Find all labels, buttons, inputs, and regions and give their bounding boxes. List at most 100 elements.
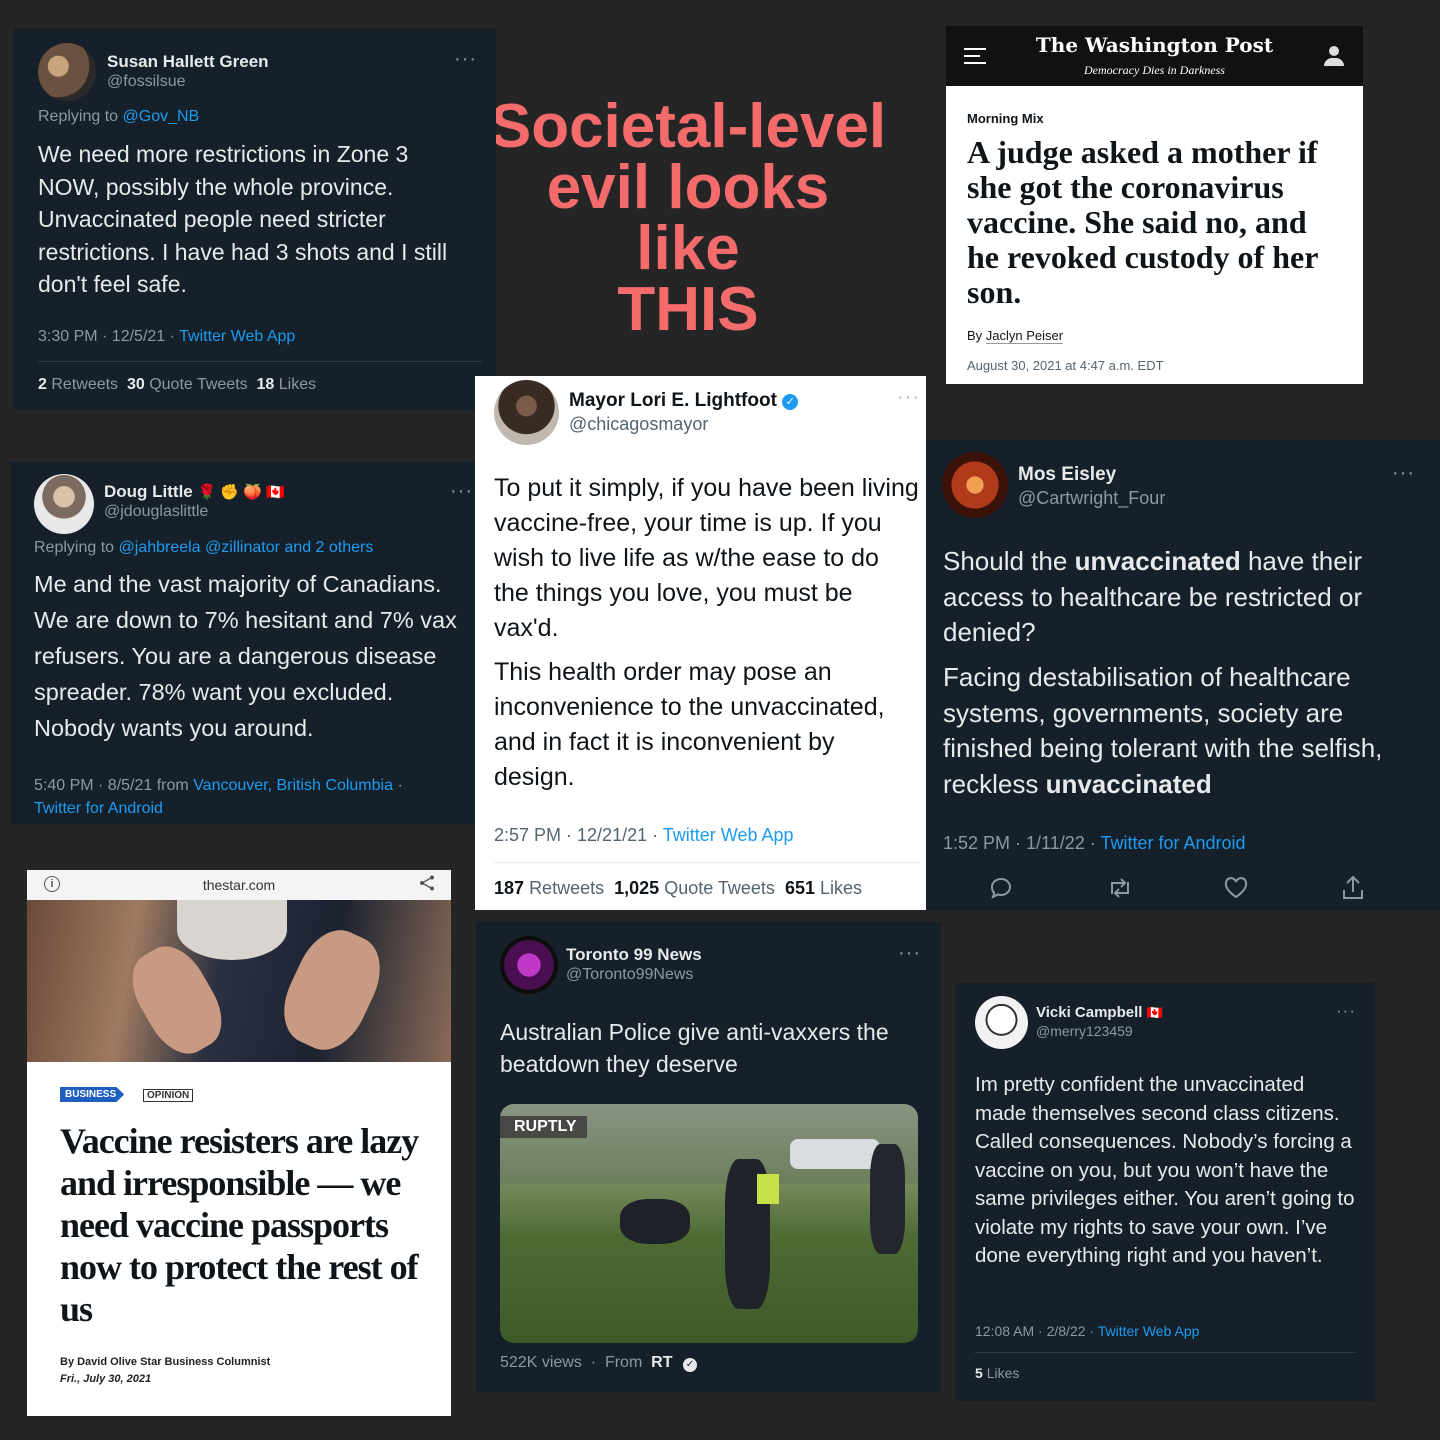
- share-icon[interactable]: [418, 874, 436, 892]
- timestamp[interactable]: 2:57 PM · 12/21/21 ·: [494, 825, 658, 845]
- retweet-icon[interactable]: [1106, 875, 1134, 901]
- avatar[interactable]: [34, 474, 94, 534]
- emphasis-unvaccinated: unvaccinated: [1074, 546, 1241, 576]
- avatar[interactable]: [975, 996, 1028, 1049]
- tweet-card-doug: Doug Little 🌹 ✊ 🍑 🇨🇦 @jdouglaslittle ···…: [10, 462, 475, 824]
- reply-icon[interactable]: [988, 875, 1014, 901]
- avatar[interactable]: [38, 43, 96, 101]
- divider: [975, 1352, 1355, 1353]
- like-count[interactable]: 651: [785, 878, 815, 898]
- author-row: Vicki Campbell 🇨🇦: [1036, 1004, 1163, 1021]
- like-label[interactable]: Likes: [820, 878, 862, 898]
- tweet-text: Me and the vast majority of Canadians. W…: [34, 571, 457, 741]
- tweet-text-para-2: This health order may pose an inconvenie…: [494, 658, 885, 791]
- author-name[interactable]: Vicki Campbell: [1036, 1004, 1142, 1021]
- section-label[interactable]: Morning Mix: [967, 111, 1044, 126]
- source-link[interactable]: Twitter for Android: [34, 800, 163, 817]
- wapo-tagline: Democracy Dies in Darkness: [1084, 63, 1225, 77]
- source-account-link[interactable]: RT: [651, 1354, 672, 1371]
- wapo-article-card: The Washington Post Democracy Dies in Da…: [946, 26, 1363, 384]
- tag-opinion[interactable]: OPINION: [143, 1089, 194, 1102]
- byline-prefix: By: [967, 328, 983, 343]
- quote-label[interactable]: Quote Tweets: [664, 878, 775, 898]
- byline: By David Olive Star Business Columnist: [60, 1356, 271, 1368]
- tweet-meta: 5:40 PM · 8/5/21 from Vancouver, British…: [34, 774, 464, 820]
- author-handle[interactable]: @Toronto99News: [566, 966, 693, 984]
- tag-business[interactable]: BUSINESS: [60, 1087, 125, 1102]
- tweet-text-para-1: Should the unvaccinated have their acces…: [943, 544, 1413, 651]
- meta-separator: ·: [397, 777, 403, 794]
- headline-line-1: Societal-level: [489, 92, 887, 161]
- thestar-article-card: i thestar.com BUSINESS OPINION Vaccine r…: [27, 870, 451, 1416]
- author-handle[interactable]: @jdouglaslittle: [104, 503, 208, 521]
- tweet-meta: 1:52 PM · 1/11/22 · Twitter for Android: [943, 833, 1246, 854]
- like-icon[interactable]: [1223, 875, 1249, 901]
- timestamp[interactable]: 5:40 PM · 8/5/21 from: [34, 777, 189, 794]
- source-link[interactable]: Twitter Web App: [179, 328, 295, 345]
- site-domain[interactable]: thestar.com: [27, 877, 451, 893]
- wapo-logo[interactable]: The Washington Post: [946, 33, 1363, 57]
- quote-label[interactable]: Quote Tweets: [149, 376, 247, 393]
- tweet-stats: 2 Retweets 30 Quote Tweets 18 Likes: [38, 376, 316, 394]
- timestamp[interactable]: 12:08 AM · 2/8/22 ·: [975, 1323, 1094, 1339]
- video-player[interactable]: RUPTLY: [500, 1104, 918, 1343]
- source-link[interactable]: Twitter Web App: [1098, 1323, 1200, 1339]
- timestamp[interactable]: 1:52 PM · 1/11/22 ·: [943, 833, 1096, 853]
- publish-date: August 30, 2021 at 4:47 a.m. EDT: [967, 358, 1164, 373]
- author-handle[interactable]: @Cartwright_Four: [1018, 488, 1165, 509]
- author-name[interactable]: Susan Hallett Green: [107, 52, 269, 72]
- tweet-card-vicki: Vicki Campbell 🇨🇦 @merry123459 ··· Im pr…: [955, 983, 1375, 1401]
- more-options-icon[interactable]: ···: [1392, 462, 1415, 485]
- verified-badge-icon: ✓: [682, 1358, 697, 1372]
- divider: [38, 361, 482, 362]
- author-name[interactable]: Doug Little: [104, 482, 193, 501]
- like-label[interactable]: Likes: [279, 376, 316, 393]
- location-link[interactable]: Vancouver, British Columbia: [193, 777, 393, 794]
- more-options-icon[interactable]: ···: [1336, 1001, 1356, 1021]
- author-link[interactable]: Jaclyn Peiser: [985, 328, 1064, 344]
- browser-bar: i thestar.com: [27, 870, 451, 900]
- emphasis-unvaccinated: unvaccinated: [1045, 768, 1212, 799]
- author-handle[interactable]: @chicagosmayor: [569, 414, 708, 435]
- divider: [494, 862, 920, 863]
- text-segment: Should the: [943, 546, 1075, 576]
- like-label[interactable]: Likes: [987, 1365, 1020, 1381]
- reply-mention-link[interactable]: @Gov_NB: [123, 108, 200, 125]
- quote-count[interactable]: 30: [127, 376, 145, 393]
- more-options-icon[interactable]: ···: [450, 480, 473, 503]
- quote-count[interactable]: 1,025: [614, 878, 659, 898]
- timestamp[interactable]: 3:30 PM · 12/5/21 ·: [38, 328, 175, 345]
- like-count[interactable]: 18: [257, 376, 275, 393]
- reply-mention-link[interactable]: @jahbreela @zillinator and 2 others: [119, 539, 374, 556]
- retweet-label[interactable]: Retweets: [529, 878, 604, 898]
- reply-context: Replying to @Gov_NB: [38, 108, 199, 126]
- author-name[interactable]: Mayor Lori E. Lightfoot: [569, 390, 777, 411]
- retweet-count[interactable]: 187: [494, 878, 524, 898]
- author-name[interactable]: Toronto 99 News: [566, 945, 702, 965]
- more-options-icon[interactable]: ···: [897, 386, 920, 409]
- source-link[interactable]: Twitter Web App: [663, 825, 794, 845]
- author-handle[interactable]: @fossilsue: [107, 73, 186, 91]
- wapo-header-bar: The Washington Post Democracy Dies in Da…: [946, 26, 1363, 86]
- share-icon[interactable]: [1340, 874, 1366, 902]
- headline-line-2: evil looks like: [546, 153, 830, 283]
- tweet-card-susan: Susan Hallett Green @fossilsue ··· Reply…: [14, 28, 496, 410]
- tweet-stats: 187 Retweets 1,025 Quote Tweets 651 Like…: [494, 878, 862, 899]
- account-icon[interactable]: [1324, 46, 1344, 66]
- author-handle[interactable]: @merry123459: [1036, 1023, 1133, 1039]
- retweet-count[interactable]: 2: [38, 376, 47, 393]
- more-options-icon[interactable]: ···: [898, 942, 921, 965]
- avatar[interactable]: [500, 936, 558, 994]
- avatar[interactable]: [942, 452, 1008, 518]
- author-emojis: 🌹 ✊ 🍑 🇨🇦: [197, 484, 285, 501]
- source-link[interactable]: Twitter for Android: [1100, 833, 1245, 853]
- more-options-icon[interactable]: ···: [454, 48, 477, 71]
- like-count[interactable]: 5: [975, 1365, 983, 1381]
- reply-context: Replying to @jahbreela @zillinator and 2…: [34, 539, 373, 557]
- author-row: Doug Little 🌹 ✊ 🍑 🇨🇦: [104, 482, 285, 502]
- headline-line-3: THIS: [617, 275, 759, 344]
- author-name[interactable]: Mos Eisley: [1018, 464, 1116, 486]
- avatar[interactable]: [494, 380, 559, 445]
- byline: By Jaclyn Peiser: [967, 328, 1064, 344]
- retweet-label[interactable]: Retweets: [51, 376, 118, 393]
